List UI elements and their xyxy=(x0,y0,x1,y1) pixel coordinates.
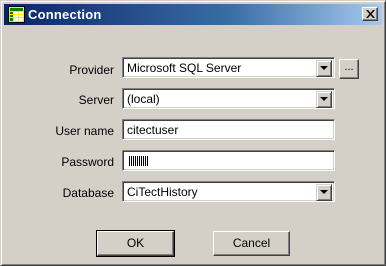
password-mask xyxy=(129,156,148,166)
password-mask-char xyxy=(137,156,138,166)
password-mask-char xyxy=(133,156,134,166)
password-mask-char xyxy=(147,156,148,166)
window-title: Connection xyxy=(28,7,102,22)
username-label: User name xyxy=(55,124,114,138)
close-button[interactable] xyxy=(362,7,378,21)
title-bar[interactable]: Connection xyxy=(4,4,382,25)
provider-value: Microsoft SQL Server xyxy=(127,61,242,75)
chevron-down-icon xyxy=(320,190,328,194)
password-mask-char xyxy=(135,156,136,166)
database-label: Database xyxy=(62,186,114,200)
grid-table-icon xyxy=(8,6,25,23)
connection-dialog: Connection Provider Microsoft SQL Server… xyxy=(0,0,386,266)
provider-select[interactable]: Microsoft SQL Server xyxy=(122,57,335,78)
provider-browse-button[interactable]: ... xyxy=(339,59,359,79)
close-icon xyxy=(366,10,375,18)
username-field[interactable]: citectuser xyxy=(122,119,335,140)
password-mask-char xyxy=(131,156,132,166)
database-dropdown-button[interactable] xyxy=(316,184,332,201)
server-select[interactable]: (local) xyxy=(122,88,335,109)
provider-label: Provider xyxy=(69,63,114,77)
password-mask-char xyxy=(143,156,144,166)
password-field[interactable] xyxy=(122,150,335,171)
database-select[interactable]: CiTectHistory xyxy=(122,181,335,202)
password-mask-char xyxy=(145,156,146,166)
database-value: CiTectHistory xyxy=(127,185,198,199)
ok-button[interactable]: OK xyxy=(96,230,175,257)
password-mask-char xyxy=(141,156,142,166)
password-mask-char xyxy=(139,156,140,166)
chevron-down-icon xyxy=(320,66,328,70)
server-value: (local) xyxy=(127,92,160,106)
cancel-button[interactable]: Cancel xyxy=(213,231,290,256)
password-mask-char xyxy=(129,156,130,166)
username-value: citectuser xyxy=(127,123,179,137)
chevron-down-icon xyxy=(320,97,328,101)
server-label: Server xyxy=(78,93,114,107)
password-label: Password xyxy=(61,155,114,169)
provider-dropdown-button[interactable] xyxy=(316,60,332,77)
server-dropdown-button[interactable] xyxy=(316,91,332,108)
